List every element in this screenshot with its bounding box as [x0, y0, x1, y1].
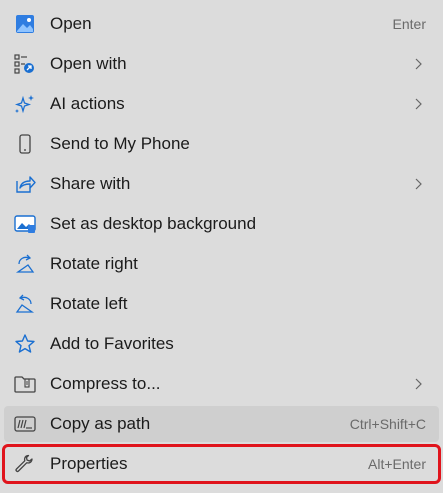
menu-item-label: Copy as path: [50, 414, 151, 433]
rotate-left-icon: [14, 294, 36, 314]
context-menu: Open Enter Open with AI actions Send to …: [0, 0, 443, 493]
menu-item-open[interactable]: Open Enter: [4, 6, 439, 42]
menu-item-label: Rotate right: [50, 254, 138, 273]
menu-item-label: Share with: [50, 174, 131, 193]
menu-item-label: Compress to...: [50, 374, 161, 393]
menu-item-label: Set as desktop background: [50, 214, 257, 233]
menu-item-set-desktop-background[interactable]: Set as desktop background: [4, 206, 439, 242]
share-icon: [14, 174, 36, 194]
zip-folder-icon: [14, 374, 36, 394]
menu-item-share-with[interactable]: Share with: [4, 166, 439, 202]
image-file-icon: [14, 14, 36, 34]
menu-item-label: Send to My Phone: [50, 134, 190, 153]
menu-item-label: Open: [50, 14, 92, 33]
open-with-icon: [14, 54, 36, 74]
chevron-right-icon: [415, 378, 422, 390]
sparkle-icon: [14, 94, 36, 114]
menu-item-copy-as-path[interactable]: Copy as path Ctrl+Shift+C: [4, 406, 439, 442]
menu-item-rotate-right[interactable]: Rotate right: [4, 246, 439, 282]
star-icon: [14, 334, 36, 354]
menu-item-label: Properties: [50, 454, 128, 473]
shortcut-text: Ctrl+Shift+C: [349, 416, 426, 432]
menu-item-rotate-left[interactable]: Rotate left: [4, 286, 439, 322]
menu-item-label: Open with: [50, 54, 127, 73]
copy-path-icon: [14, 414, 36, 434]
chevron-right-icon: [415, 58, 422, 70]
phone-icon: [14, 134, 36, 154]
wrench-icon: [14, 454, 36, 474]
desktop-background-icon: [14, 214, 36, 234]
chevron-right-icon: [415, 98, 422, 110]
menu-item-label: Add to Favorites: [50, 334, 174, 353]
shortcut-text: Alt+Enter: [368, 456, 426, 472]
menu-item-send-to-phone[interactable]: Send to My Phone: [4, 126, 439, 162]
menu-item-open-with[interactable]: Open with: [4, 46, 439, 82]
menu-item-ai-actions[interactable]: AI actions: [4, 86, 439, 122]
menu-item-label: AI actions: [50, 94, 125, 113]
menu-item-properties[interactable]: Properties Alt+Enter: [2, 444, 441, 484]
chevron-right-icon: [415, 178, 422, 190]
menu-item-label: Rotate left: [50, 294, 128, 313]
menu-item-compress-to[interactable]: Compress to...: [4, 366, 439, 402]
menu-item-add-to-favorites[interactable]: Add to Favorites: [4, 326, 439, 362]
shortcut-text: Enter: [392, 16, 426, 32]
rotate-right-icon: [14, 254, 36, 274]
